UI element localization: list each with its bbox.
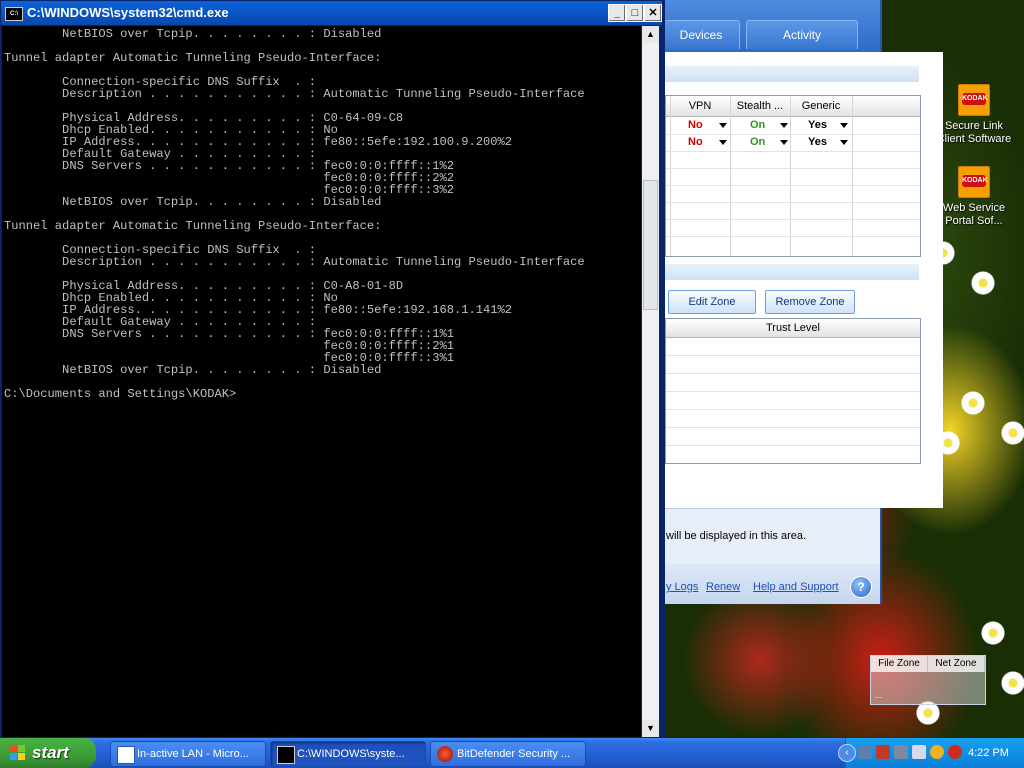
- zone-widget-dots: ...: [875, 690, 883, 700]
- bitdefender-icon: [437, 746, 453, 762]
- cmd-title-bar[interactable]: C:\ C:\WINDOWS\system32\cmd.exe _ □ ✕: [1, 1, 662, 25]
- windows-logo-icon: [10, 745, 26, 761]
- taskbar-item-label: C:\WINDOWS\syste...: [297, 748, 405, 760]
- taskbar-item-label: BitDefender Security ...: [457, 748, 571, 760]
- trust-table: Trust Level: [665, 318, 921, 464]
- dropdown-arrow-icon[interactable]: [840, 140, 848, 145]
- column-header-stealth[interactable]: Stealth ...: [730, 96, 790, 116]
- console-output-area[interactable]: NetBIOS over Tcpip. . . . . . . . : Disa…: [2, 26, 641, 737]
- maximize-button[interactable]: □: [626, 4, 644, 22]
- word-document-icon: [117, 746, 135, 764]
- logs-link[interactable]: y Logs: [666, 581, 698, 593]
- window-title: C:\WINDOWS\system32\cmd.exe: [27, 5, 229, 20]
- kodak-app-icon: KODAK: [958, 166, 990, 198]
- column-header-trust-level[interactable]: Trust Level: [666, 319, 920, 338]
- close-button[interactable]: ✕: [644, 4, 662, 22]
- cmd-icon: [277, 746, 295, 764]
- row-divider: [666, 373, 920, 374]
- wallpaper-flower: [1000, 670, 1024, 696]
- wallpaper-flower: [970, 270, 996, 296]
- cmd-icon[interactable]: C:\: [5, 7, 23, 21]
- minimize-button[interactable]: _: [608, 4, 626, 22]
- wallpaper-flower: [960, 390, 986, 416]
- row-divider: [666, 236, 920, 237]
- firewall-icon[interactable]: [876, 745, 890, 759]
- dropdown-arrow-icon[interactable]: [780, 140, 788, 145]
- edit-zone-button[interactable]: Edit Zone: [668, 290, 756, 314]
- scrollbar-thumb[interactable]: [643, 180, 658, 310]
- renew-link[interactable]: Renew: [706, 581, 740, 593]
- kodak-app-icon: KODAK: [958, 84, 990, 116]
- column-header-generic[interactable]: Generic: [790, 96, 852, 116]
- desktop: KODAK Secure Link Client Software KODAK …: [0, 0, 1024, 738]
- dropdown-arrow-icon[interactable]: [780, 123, 788, 128]
- network-icon[interactable]: [858, 745, 872, 759]
- desktop-icon-label: Web Service Portal Sof...: [942, 202, 1006, 227]
- taskbar-item-bitdefender[interactable]: BitDefender Security ...: [430, 741, 586, 767]
- taskbar-item-word[interactable]: In-active LAN - Micro...: [110, 741, 266, 767]
- taskbar: start In-active LAN - Micro... C:\WINDOW…: [0, 738, 1024, 768]
- zone-widget[interactable]: File Zone Net Zone ...: [870, 655, 986, 705]
- row-divider: [666, 134, 920, 135]
- vertical-scrollbar[interactable]: ▲ ▼: [642, 26, 659, 737]
- taskbar-item-cmd[interactable]: C:\WINDOWS\syste...: [270, 741, 426, 767]
- start-button[interactable]: start: [0, 738, 96, 768]
- column-divider: [670, 96, 671, 256]
- scroll-up-icon[interactable]: ▲: [642, 26, 659, 43]
- column-header-vpn[interactable]: VPN: [670, 96, 730, 116]
- row-divider: [666, 355, 920, 356]
- search-icon[interactable]: [930, 745, 944, 759]
- generic-value[interactable]: Yes: [808, 117, 827, 134]
- net-zone-label[interactable]: Net Zone: [928, 656, 985, 672]
- row-divider: [666, 202, 920, 203]
- antivirus-icon[interactable]: [894, 745, 908, 759]
- stealth-value[interactable]: On: [750, 117, 765, 134]
- vpn-value[interactable]: No: [688, 134, 703, 151]
- clock[interactable]: 4:22 PM: [968, 738, 1009, 768]
- zones-table: VPN Stealth ... Generic No On Yes No On: [665, 95, 921, 257]
- desktop-icon-web-service-portal[interactable]: KODAK Web Service Portal Sof...: [934, 166, 1014, 228]
- section-header-bar: [665, 264, 919, 280]
- column-divider: [852, 96, 853, 256]
- taskbar-item-label: In-active LAN - Micro...: [137, 748, 249, 760]
- file-zone-label[interactable]: File Zone: [871, 656, 928, 672]
- row-divider: [666, 168, 920, 169]
- chevron-left-icon[interactable]: ‹: [838, 744, 856, 762]
- dropdown-arrow-icon[interactable]: [719, 123, 727, 128]
- dropdown-arrow-icon[interactable]: [719, 140, 727, 145]
- help-icon[interactable]: ?: [850, 576, 872, 598]
- help-and-support-link[interactable]: Help and Support: [753, 581, 839, 593]
- remove-zone-button[interactable]: Remove Zone: [765, 290, 855, 314]
- scroll-down-icon[interactable]: ▼: [642, 720, 659, 737]
- row-divider: [666, 151, 920, 152]
- bitdefender-tray-icon[interactable]: [948, 745, 962, 759]
- wallpaper-flower: [1000, 420, 1024, 446]
- column-divider: [790, 96, 791, 256]
- row-divider: [666, 391, 920, 392]
- wallpaper-flower: [980, 620, 1006, 646]
- section-header-bar: [665, 66, 919, 82]
- column-divider: [730, 96, 731, 256]
- row-divider: [666, 219, 920, 220]
- usb-icon[interactable]: [912, 745, 926, 759]
- vpn-value[interactable]: No: [688, 117, 703, 134]
- dropdown-arrow-icon[interactable]: [840, 123, 848, 128]
- row-divider: [666, 427, 920, 428]
- bitdefender-panel: VPN Stealth ... Generic No On Yes No On: [665, 52, 943, 508]
- tab-activity[interactable]: Activity: [746, 20, 858, 49]
- desktop-icon-label: Secure Link Client Software: [936, 120, 1012, 145]
- desktop-icon-secure-link[interactable]: KODAK Secure Link Client Software: [934, 84, 1014, 146]
- row-divider: [666, 445, 920, 446]
- tab-devices[interactable]: Devices: [662, 20, 740, 49]
- stealth-value[interactable]: On: [750, 134, 765, 151]
- start-label: start: [32, 743, 69, 762]
- console-text: NetBIOS over Tcpip. . . . . . . . : Disa…: [4, 27, 585, 401]
- row-divider: [666, 185, 920, 186]
- cmd-window: C:\ C:\WINDOWS\system32\cmd.exe _ □ ✕ Ne…: [0, 0, 665, 738]
- info-text: will be displayed in this area.: [666, 530, 807, 542]
- row-divider: [666, 409, 920, 410]
- system-tray: ‹ 4:22 PM: [838, 738, 1024, 768]
- generic-value[interactable]: Yes: [808, 134, 827, 151]
